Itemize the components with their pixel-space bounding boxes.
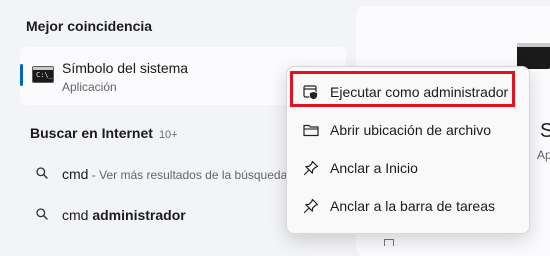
command-prompt-icon: C:\_	[32, 66, 54, 83]
web-search-heading: Buscar en Internet 10+	[30, 125, 178, 141]
folder-icon	[303, 124, 319, 137]
result-term-bold: administrador	[92, 207, 186, 223]
selection-accent	[20, 64, 23, 86]
preview-title: Sí	[540, 120, 550, 142]
menu-item-pin-to-start[interactable]: Anclar a Inicio	[292, 151, 522, 185]
menu-item-open-file-location[interactable]: Abrir ubicación de archivo	[292, 113, 522, 147]
web-result-count: 10+	[158, 129, 178, 141]
web-result-cmd[interactable]: cmd - Ver más resultados de la búsqueda	[20, 159, 320, 189]
pin-icon	[303, 198, 319, 214]
menu-item-label: Anclar a la barra de tareas	[330, 198, 495, 214]
web-result-cmd-text: cmd - Ver más resultados de la búsqueda	[62, 166, 287, 182]
preview-action-icon	[384, 239, 394, 246]
result-term: cmd	[62, 207, 93, 223]
web-result-cmd-administrador-text: cmd administrador	[62, 207, 186, 223]
search-icon	[36, 167, 48, 179]
web-result-cmd-administrador[interactable]: cmd administrador	[20, 200, 320, 230]
pin-icon	[303, 160, 319, 176]
menu-item-label: Abrir ubicación de archivo	[330, 122, 492, 138]
result-hint: - Ver más resultados de la búsqueda	[88, 168, 288, 182]
preview-subtitle: Ap	[537, 148, 550, 162]
menu-item-label: Anclar a Inicio	[330, 160, 418, 176]
search-icon	[36, 208, 48, 220]
result-term: cmd	[62, 166, 89, 182]
web-search-heading-label: Buscar en Internet	[30, 125, 153, 141]
best-match-heading: Mejor coincidencia	[26, 18, 153, 34]
best-match-subtitle: Aplicación	[62, 80, 117, 94]
highlight-annotation-box	[290, 71, 515, 107]
menu-item-pin-to-taskbar[interactable]: Anclar a la barra de tareas	[292, 189, 522, 223]
best-match-title: Símbolo del sistema	[62, 60, 189, 76]
